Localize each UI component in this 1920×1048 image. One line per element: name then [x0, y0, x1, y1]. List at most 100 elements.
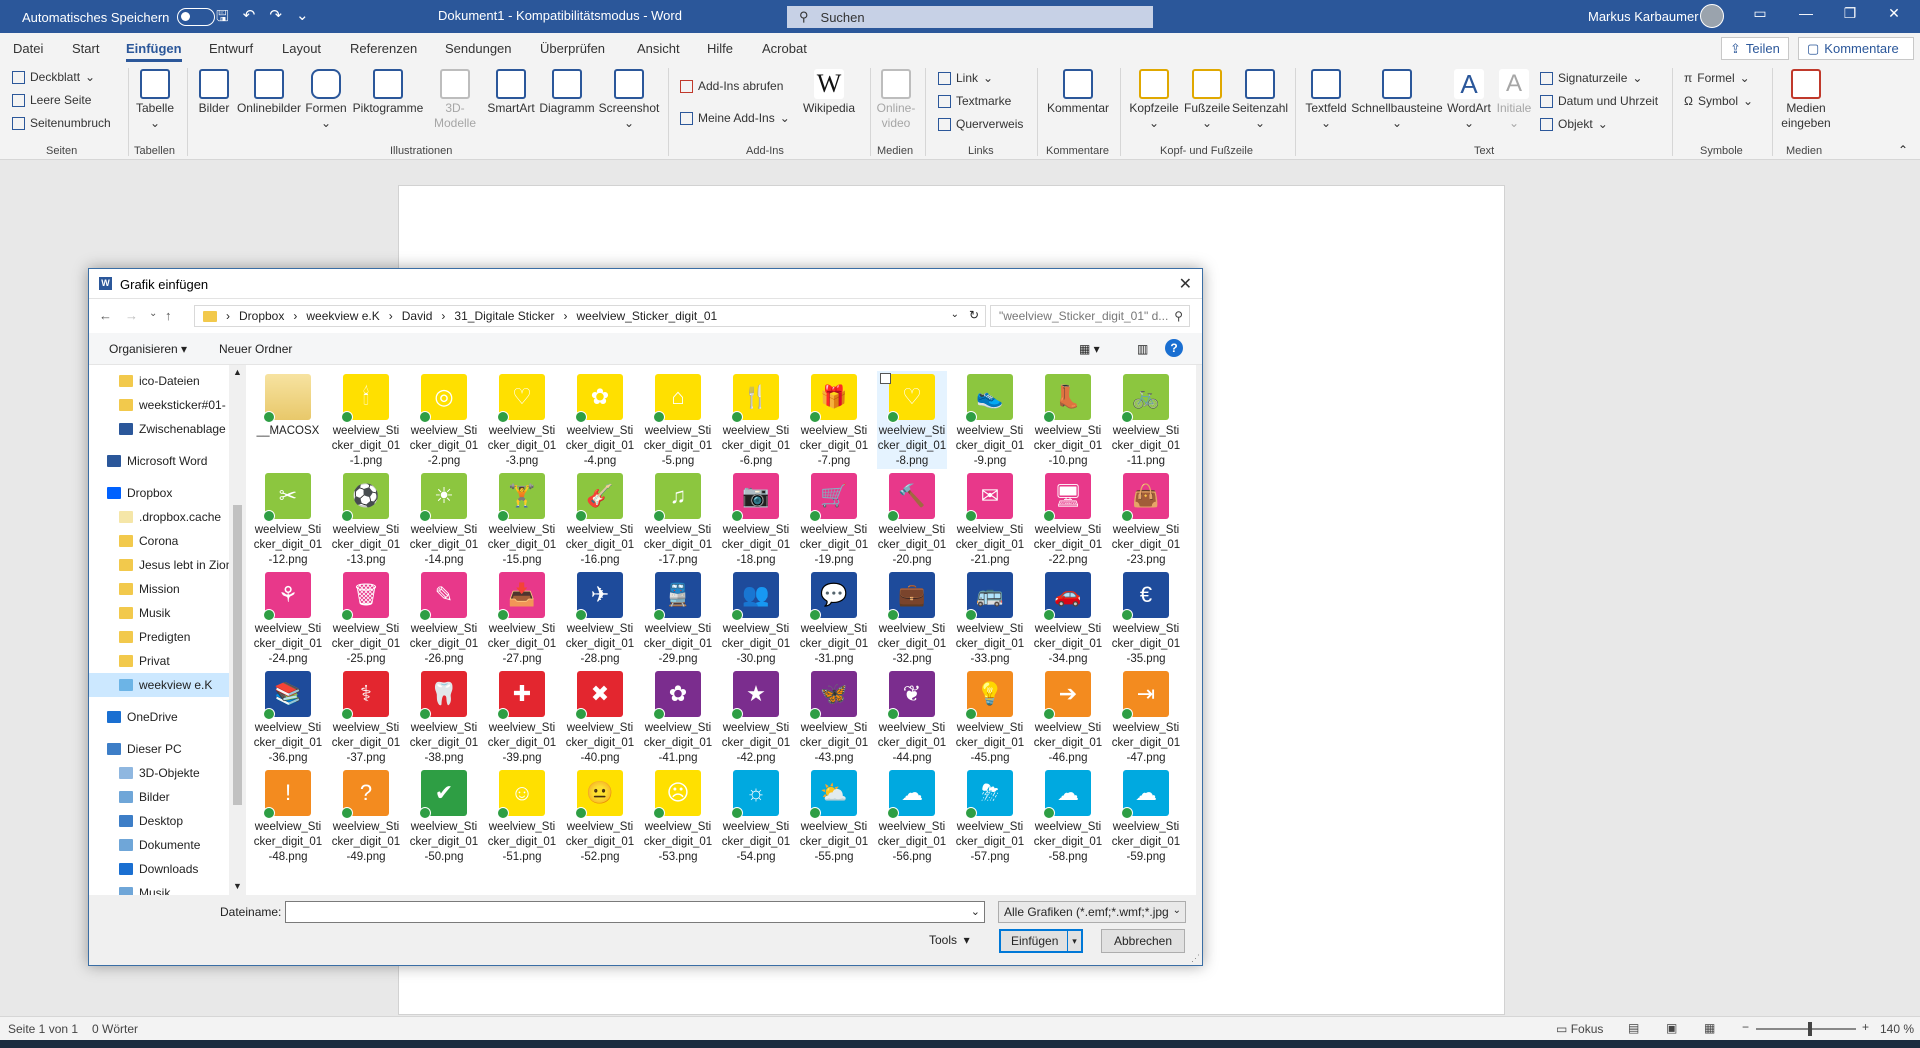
schnellbausteine-button[interactable]: Schnellbausteine ⌄ — [1350, 69, 1444, 131]
onlinebilder-button[interactable]: Onlinebilder — [235, 69, 303, 116]
file-type-filter[interactable]: Alle Grafiken (*.emf;*.wmf;*.jpg ⌄ — [998, 901, 1186, 923]
file-item[interactable]: 📷 weelview_Sticker_digit_01-18.png — [721, 470, 791, 568]
folder-item[interactable]: __MACOSX — [253, 371, 323, 469]
comments-button[interactable]: ▢ Kommentare — [1798, 37, 1914, 60]
refresh-icon[interactable]: ↻ — [969, 308, 979, 322]
nav-item[interactable]: Microsoft Word — [89, 449, 229, 473]
file-item[interactable]: ➔ weelview_Sticker_digit_01-46.png — [1033, 668, 1103, 766]
wordart-button[interactable]: A WordArt ⌄ — [1444, 69, 1494, 131]
file-item[interactable]: ♡ weelview_Sticker_digit_01-8.png — [877, 371, 947, 469]
tools-button[interactable]: Tools ▾ — [929, 933, 970, 947]
diagramm-button[interactable]: Diagramm — [538, 69, 596, 116]
new-folder-button[interactable]: Neuer Ordner — [219, 342, 292, 356]
collapse-ribbon-icon[interactable]: ⌃ — [1898, 143, 1908, 157]
nav-item[interactable]: Bilder — [89, 785, 229, 809]
address-dropdown-icon[interactable]: ⌄ — [951, 309, 959, 320]
forward-icon[interactable]: → — [125, 308, 138, 323]
file-item[interactable]: ☁ weelview_Sticker_digit_01-59.png — [1111, 767, 1181, 865]
file-item[interactable]: 😐 weelview_Sticker_digit_01-52.png — [565, 767, 635, 865]
file-item[interactable]: ◎ weelview_Sticker_digit_01-2.png — [409, 371, 479, 469]
initiale-button[interactable]: A Initiale ⌄ — [1494, 69, 1534, 131]
tab-layout[interactable]: Layout — [282, 41, 321, 56]
file-item[interactable]: ✉ weelview_Sticker_digit_01-21.png — [955, 470, 1025, 568]
file-item[interactable]: 🎁 weelview_Sticker_digit_01-7.png — [799, 371, 869, 469]
minimize-icon[interactable]: — — [1786, 5, 1826, 21]
dialog-close-icon[interactable]: ✕ — [1179, 274, 1192, 294]
nav-item[interactable]: Zwischenablage — [89, 417, 229, 441]
file-item[interactable]: 🏋 weelview_Sticker_digit_01-15.png — [487, 470, 557, 568]
undo-icon[interactable]: ↶ — [243, 6, 256, 31]
focus-button[interactable]: ▭ Fokus — [1556, 1022, 1603, 1036]
nav-item[interactable]: .dropbox.cache — [89, 505, 229, 529]
file-item[interactable]: ⚽ weelview_Sticker_digit_01-13.png — [331, 470, 401, 568]
file-item[interactable]: € weelview_Sticker_digit_01-35.png — [1111, 569, 1181, 667]
file-item[interactable]: ★ weelview_Sticker_digit_01-42.png — [721, 668, 791, 766]
web-layout-icon[interactable]: ▦ — [1704, 1021, 1715, 1035]
deckblatt-button[interactable]: Deckblatt ⌄ — [12, 70, 95, 84]
file-item[interactable]: ☀ weelview_Sticker_digit_01-14.png — [409, 470, 479, 568]
signaturzeile-button[interactable]: Signaturzeile ⌄ — [1540, 71, 1642, 85]
nav-scrollbar[interactable]: ▲ ▼ — [229, 365, 246, 895]
restore-icon[interactable]: ❐ — [1830, 5, 1870, 22]
recent-icon[interactable]: ⌄ — [149, 308, 157, 319]
tab-einfuegen[interactable]: Einfügen — [126, 41, 182, 62]
file-item[interactable]: ⌂ weelview_Sticker_digit_01-5.png — [643, 371, 713, 469]
share-button[interactable]: ⇪ Teilen — [1721, 37, 1789, 60]
file-item[interactable]: 📥 weelview_Sticker_digit_01-27.png — [487, 569, 557, 667]
online-video-button[interactable]: Online-video — [874, 69, 918, 131]
scroll-up-icon[interactable]: ▲ — [233, 367, 242, 377]
nav-item[interactable]: Dokumente — [89, 833, 229, 857]
seitenumbruch-button[interactable]: Seitenumbruch — [12, 116, 111, 130]
resize-grip-icon[interactable]: ⋰ — [1191, 953, 1200, 964]
file-item[interactable]: ✎ weelview_Sticker_digit_01-26.png — [409, 569, 479, 667]
view-options-icon[interactable]: ▦ ▾ — [1079, 342, 1100, 356]
piktogramme-button[interactable]: Piktogramme — [350, 69, 426, 116]
tab-referenzen[interactable]: Referenzen — [350, 41, 417, 56]
tab-hilfe[interactable]: Hilfe — [707, 41, 733, 56]
folder-search-input[interactable]: "weelview_Sticker_digit_01" d... ⚲ — [990, 305, 1190, 327]
search-box[interactable]: ⚲ Suchen — [787, 6, 1153, 28]
user-name[interactable]: Markus Karbaumer — [1588, 9, 1699, 24]
file-item[interactable]: ✖ weelview_Sticker_digit_01-40.png — [565, 668, 635, 766]
nav-item[interactable]: Musik — [89, 601, 229, 625]
file-item[interactable]: 📚 weelview_Sticker_digit_01-36.png — [253, 668, 323, 766]
file-item[interactable]: 🛒 weelview_Sticker_digit_01-19.png — [799, 470, 869, 568]
file-item[interactable]: ♫ weelview_Sticker_digit_01-17.png — [643, 470, 713, 568]
file-item[interactable]: ✿ weelview_Sticker_digit_01-41.png — [643, 668, 713, 766]
tab-ansicht[interactable]: Ansicht — [637, 41, 680, 56]
ribbon-options-icon[interactable]: ▭ — [1740, 5, 1780, 22]
breadcrumb-david[interactable]: David — [402, 309, 433, 323]
file-item[interactable]: ☁ weelview_Sticker_digit_01-58.png — [1033, 767, 1103, 865]
nav-scrollbar-thumb[interactable] — [233, 505, 242, 805]
page-count[interactable]: Seite 1 von 1 — [8, 1022, 78, 1036]
nav-item[interactable]: 3D-Objekte — [89, 761, 229, 785]
insert-button[interactable]: Einfügen ▾ — [999, 929, 1083, 953]
breadcrumb-digitale-sticker[interactable]: 31_Digitale Sticker — [454, 309, 554, 323]
zoom-slider-thumb[interactable] — [1808, 1022, 1812, 1036]
close-icon[interactable]: ✕ — [1874, 5, 1914, 22]
avatar[interactable] — [1700, 4, 1724, 28]
file-item[interactable]: 💬 weelview_Sticker_digit_01-31.png — [799, 569, 869, 667]
word-count[interactable]: 0 Wörter — [92, 1022, 138, 1036]
file-item[interactable]: ✚ weelview_Sticker_digit_01-39.png — [487, 668, 557, 766]
zoom-in-icon[interactable]: + — [1862, 1020, 1869, 1034]
add-ins-abrufen-button[interactable]: Add-Ins abrufen — [680, 79, 783, 93]
autosave[interactable]: Automatisches Speichern — [22, 8, 216, 26]
file-item[interactable]: ! weelview_Sticker_digit_01-48.png — [253, 767, 323, 865]
textmarke-button[interactable]: Textmarke — [938, 94, 1011, 108]
file-item[interactable]: ✂ weelview_Sticker_digit_01-12.png — [253, 470, 323, 568]
file-item[interactable]: ☺ weelview_Sticker_digit_01-51.png — [487, 767, 557, 865]
insert-dropdown-icon[interactable]: ▾ — [1067, 931, 1081, 951]
file-item[interactable]: ✔ weelview_Sticker_digit_01-50.png — [409, 767, 479, 865]
nav-item[interactable]: weekview e.K — [89, 673, 229, 697]
file-item[interactable]: ⇥ weelview_Sticker_digit_01-47.png — [1111, 668, 1181, 766]
datum-uhrzeit-button[interactable]: Datum und Uhrzeit — [1540, 94, 1658, 108]
file-item[interactable]: 🚌 weelview_Sticker_digit_01-33.png — [955, 569, 1025, 667]
leere-seite-button[interactable]: Leere Seite — [12, 93, 91, 107]
file-item[interactable]: ⚘ weelview_Sticker_digit_01-24.png — [253, 569, 323, 667]
file-item[interactable]: ⛈ weelview_Sticker_digit_01-57.png — [955, 767, 1025, 865]
nav-item[interactable]: Dropbox — [89, 481, 229, 505]
breadcrumb-current[interactable]: weelview_Sticker_digit_01 — [576, 309, 717, 323]
file-item[interactable]: ♡ weelview_Sticker_digit_01-3.png — [487, 371, 557, 469]
preview-pane-icon[interactable]: ▥ — [1137, 342, 1148, 356]
